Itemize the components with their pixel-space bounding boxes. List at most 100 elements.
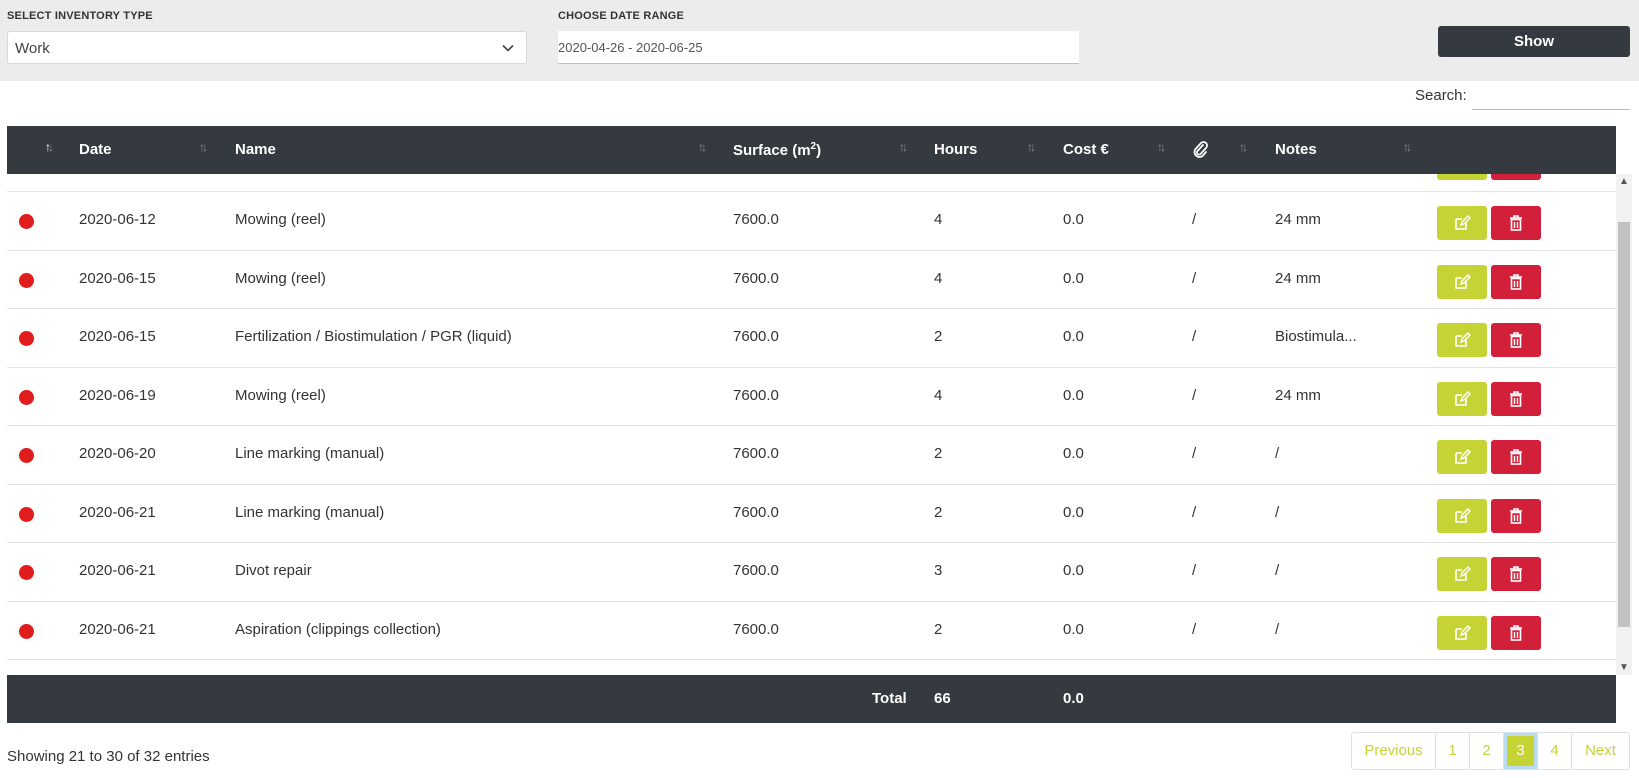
- delete-button[interactable]: [1491, 498, 1541, 533]
- edit-icon: [1455, 214, 1471, 230]
- search-input[interactable]: [1472, 83, 1630, 110]
- date-range-label: CHOOSE DATE RANGE: [558, 10, 685, 22]
- column-surface[interactable]: Surface (m2): [733, 141, 821, 159]
- status-dot-icon: [19, 623, 34, 639]
- show-button[interactable]: Show: [1438, 26, 1630, 57]
- cell-date: 2020-06-21: [79, 562, 156, 579]
- column-name[interactable]: Name: [235, 141, 276, 158]
- inventory-type-value: Work: [15, 40, 50, 57]
- cell-attachment: /: [1192, 620, 1197, 638]
- edit-icon: [1455, 331, 1471, 347]
- cell-attachment: /: [1192, 562, 1197, 579]
- edit-button[interactable]: [1437, 174, 1487, 180]
- search-label: Search:: [1415, 87, 1467, 104]
- cell-notes: 24 mm: [1275, 269, 1321, 287]
- scroll-thumb[interactable]: [1618, 222, 1630, 627]
- cell-notes: 24 mm: [1275, 211, 1321, 228]
- page-3[interactable]: 3: [1504, 733, 1538, 769]
- table-footer: Total 66 0.0: [7, 675, 1616, 723]
- attachment-column-sort[interactable]: ↑↓: [1239, 140, 1248, 154]
- cell-hours: 4: [934, 386, 943, 404]
- delete-button[interactable]: [1491, 264, 1541, 299]
- edit-button[interactable]: [1437, 264, 1487, 299]
- cell-surface: 7600.0: [733, 211, 779, 228]
- table-body[interactable]: 2020-06-12 Mowing (reel) 7600.0 4 0.0/24 mm 2…: [7, 174, 1616, 675]
- table-row[interactable]: 2020-06-21 Aspiration (clippings collecti…: [7, 600, 1616, 660]
- table-row[interactable]: 2020-06-19 Mowing (reel) 7600.0 4 0.0 / 24 mm: [7, 366, 1616, 426]
- hours-column-sort[interactable]: ↑↓: [1027, 140, 1036, 154]
- cell-attachment: /: [1192, 503, 1197, 521]
- column-hours[interactable]: Hours: [934, 141, 977, 158]
- delete-button[interactable]: [1491, 381, 1541, 416]
- cell-surface: 7600.0: [733, 328, 779, 345]
- cell-cost: 0.0: [1063, 445, 1084, 462]
- cell-date: 2020-06-19: [79, 386, 156, 404]
- edit-icon: [1455, 390, 1471, 406]
- chevron-down-icon: [502, 44, 514, 52]
- delete-button[interactable]: [1491, 323, 1541, 357]
- cell-hours: 2: [934, 503, 943, 521]
- name-column-sort[interactable]: ↑↓: [698, 140, 707, 154]
- page-2[interactable]: 2: [1470, 733, 1504, 769]
- cost-column-sort[interactable]: ↑↓: [1157, 140, 1166, 154]
- table-row[interactable]: 2020-06-21 Line marking (manual) 7600.0 2 0.…: [7, 483, 1616, 543]
- table-row[interactable]: 2020-06-15 Mowing (reel) 7600.0 4 0.0 / 24 mm: [7, 249, 1616, 309]
- pagination-previous[interactable]: Previous: [1352, 733, 1436, 769]
- inventory-type-label: SELECT INVENTORY TYPE: [7, 10, 153, 22]
- table-row[interactable]: 2020-06-20 Line marking (manual) 7600.0 2 0.…: [7, 425, 1616, 484]
- edit-icon: [1455, 507, 1471, 523]
- table-scrollbar[interactable]: ▲ ▼: [1616, 174, 1632, 675]
- edit-button[interactable]: [1437, 440, 1487, 474]
- page-4[interactable]: 4: [1538, 733, 1572, 769]
- status-dot-icon: [19, 448, 34, 463]
- total-label: Total: [872, 690, 907, 707]
- table-row[interactable]: 2020-06-21 Divot repair 7600.0 3 0.0 / /: [7, 542, 1616, 601]
- edit-button[interactable]: [1437, 381, 1487, 416]
- delete-button[interactable]: [1491, 174, 1541, 180]
- inventory-type-select[interactable]: Work: [7, 31, 527, 64]
- cell-surface: 7600.0: [733, 269, 779, 287]
- status-dot-icon: [19, 506, 34, 522]
- cell-date: 2020-06-21: [79, 620, 156, 638]
- date-column-sort[interactable]: ↑↓: [199, 140, 208, 154]
- cell-hours: 2: [934, 445, 943, 462]
- trash-icon: [1510, 332, 1522, 348]
- cell-notes: /: [1275, 620, 1280, 638]
- cell-hours: 2: [934, 620, 943, 638]
- cell-name: Mowing (reel): [235, 269, 326, 287]
- edit-button[interactable]: [1437, 615, 1487, 650]
- table-row[interactable]: 2020-06-12 Mowing (reel) 7600.0 4 0.0 / 24 mm: [7, 191, 1616, 250]
- edit-button[interactable]: [1437, 323, 1487, 357]
- row-divider: [7, 659, 1616, 660]
- delete-button[interactable]: [1491, 206, 1541, 240]
- column-cost[interactable]: Cost €: [1063, 141, 1109, 158]
- paperclip-icon[interactable]: [1192, 140, 1208, 158]
- delete-button[interactable]: [1491, 440, 1541, 474]
- edit-button[interactable]: [1437, 206, 1487, 240]
- delete-button[interactable]: [1491, 615, 1541, 650]
- edit-button[interactable]: [1437, 557, 1487, 591]
- edit-button[interactable]: [1437, 498, 1487, 533]
- cell-attachment: /: [1192, 328, 1197, 345]
- column-date[interactable]: Date: [79, 141, 112, 158]
- cell-cost: 0.0: [1063, 211, 1084, 228]
- surface-column-sort[interactable]: ↑↓: [899, 140, 908, 154]
- page-1[interactable]: 1: [1436, 733, 1470, 769]
- notes-column-sort[interactable]: ↑↓: [1403, 140, 1412, 154]
- status-dot-icon: [19, 214, 34, 229]
- trash-icon: [1510, 624, 1522, 641]
- cell-hours: 4: [934, 269, 943, 287]
- cell-date: 2020-06-15: [79, 269, 156, 287]
- date-range-input[interactable]: 2020-04-26 - 2020-06-25: [558, 31, 1079, 64]
- cell-surface: 7600.0: [733, 503, 779, 521]
- delete-button[interactable]: [1491, 557, 1541, 591]
- pagination-next[interactable]: Next: [1572, 733, 1629, 769]
- table-row[interactable]: 2020-06-15 Fertilization / Biostimulation…: [7, 308, 1616, 367]
- status-column-sort[interactable]: ↑↓: [45, 140, 54, 154]
- scroll-up-arrow-icon[interactable]: ▲: [1619, 176, 1629, 187]
- column-notes[interactable]: Notes: [1275, 141, 1317, 158]
- status-dot-icon: [19, 331, 34, 346]
- cell-notes: /: [1275, 562, 1280, 579]
- cell-name: Line marking (manual): [235, 503, 385, 521]
- scroll-down-arrow-icon[interactable]: ▼: [1619, 662, 1629, 673]
